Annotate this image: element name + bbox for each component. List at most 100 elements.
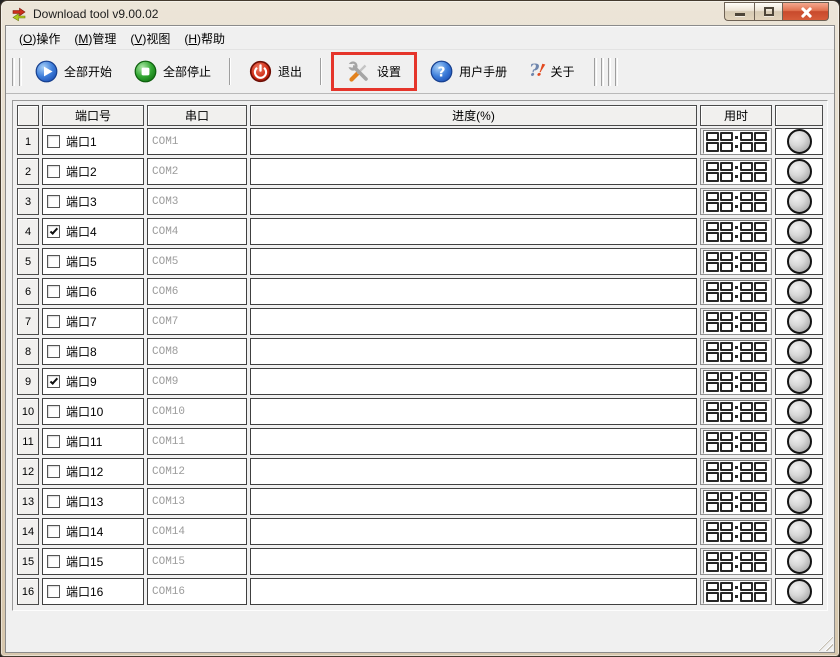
serial-port-input[interactable]: COM14 — [147, 518, 247, 545]
port-cell[interactable]: 端口2 — [42, 158, 144, 185]
toolbar-grip[interactable] — [12, 58, 15, 86]
about-button[interactable]: ?! 关于 — [521, 58, 582, 85]
serial-port-input[interactable]: COM10 — [147, 398, 247, 425]
minimize-button[interactable] — [724, 2, 754, 21]
serial-port-input[interactable]: COM4 — [147, 218, 247, 245]
port-checkbox[interactable] — [47, 165, 60, 178]
row-index: 4 — [17, 218, 39, 245]
toolbar-grip[interactable] — [601, 58, 604, 86]
status-cell — [775, 248, 823, 275]
user-manual-button[interactable]: ? 用户手册 — [422, 55, 515, 88]
question-circle-icon: ? — [430, 60, 453, 83]
port-cell[interactable]: 端口8 — [42, 338, 144, 365]
port-checkbox[interactable] — [47, 405, 60, 418]
minimize-icon — [735, 13, 745, 16]
port-checkbox[interactable] — [47, 435, 60, 448]
toolbar-grip[interactable] — [615, 58, 618, 86]
port-cell[interactable]: 端口10 — [42, 398, 144, 425]
progress-bar — [250, 188, 697, 215]
time-display — [703, 520, 770, 544]
port-cell[interactable]: 端口6 — [42, 278, 144, 305]
table-header-row: 端口号 串口 进度(%) 用时 — [17, 105, 823, 126]
port-cell[interactable]: 端口12 — [42, 458, 144, 485]
port-checkbox[interactable] — [47, 585, 60, 598]
start-all-button[interactable]: 全部开始 — [27, 55, 120, 88]
port-cell[interactable]: 端口15 — [42, 548, 144, 575]
port-cell[interactable]: 端口16 — [42, 578, 144, 605]
port-cell[interactable]: 端口5 — [42, 248, 144, 275]
port-cell[interactable]: 端口13 — [42, 488, 144, 515]
table-row: 6 端口6 COM6 — [17, 278, 823, 305]
row-index: 12 — [17, 458, 39, 485]
serial-port-input[interactable]: COM7 — [147, 308, 247, 335]
exit-button[interactable]: 退出 — [241, 55, 310, 88]
port-checkbox[interactable] — [47, 255, 60, 268]
serial-port-input[interactable]: COM6 — [147, 278, 247, 305]
port-cell[interactable]: 端口1 — [42, 128, 144, 155]
serial-port-input[interactable]: COM12 — [147, 458, 247, 485]
status-cell — [775, 278, 823, 305]
menu-item-view[interactable]: (V)视图 — [124, 27, 176, 50]
toolbar-grip[interactable] — [608, 58, 611, 86]
header-progress: 进度(%) — [250, 105, 697, 126]
settings-button[interactable]: 设置 — [343, 57, 405, 87]
close-button[interactable] — [783, 2, 829, 21]
port-cell[interactable]: 端口14 — [42, 518, 144, 545]
power-icon — [249, 60, 272, 83]
exit-label: 退出 — [278, 63, 302, 80]
port-checkbox[interactable] — [47, 345, 60, 358]
serial-port-input[interactable]: COM13 — [147, 488, 247, 515]
port-checkbox[interactable] — [47, 375, 60, 388]
port-checkbox[interactable] — [47, 495, 60, 508]
port-checkbox[interactable] — [47, 195, 60, 208]
serial-port-input[interactable]: COM9 — [147, 368, 247, 395]
serial-port-input[interactable]: COM15 — [147, 548, 247, 575]
title-bar[interactable]: Download tool v9.00.02 — [5, 1, 835, 25]
stop-all-button[interactable]: 全部停止 — [126, 55, 219, 88]
serial-port-input[interactable]: COM5 — [147, 248, 247, 275]
resize-grip-icon[interactable] — [818, 636, 833, 651]
port-checkbox[interactable] — [47, 525, 60, 538]
status-indicator-icon — [787, 459, 812, 484]
port-cell[interactable]: 端口4 — [42, 218, 144, 245]
table-row: 14 端口14 COM14 — [17, 518, 823, 545]
port-cell[interactable]: 端口11 — [42, 428, 144, 455]
maximize-button[interactable] — [754, 2, 783, 21]
menu-item-manage[interactable]: (M)管理 — [68, 27, 122, 50]
serial-port-input[interactable]: COM16 — [147, 578, 247, 605]
serial-port-input[interactable]: COM11 — [147, 428, 247, 455]
serial-port-input[interactable]: COM1 — [147, 128, 247, 155]
serial-port-input[interactable]: COM3 — [147, 188, 247, 215]
status-indicator-icon — [787, 159, 812, 184]
about-label: 关于 — [551, 63, 575, 80]
status-indicator-icon — [787, 519, 812, 544]
time-display — [703, 370, 770, 394]
time-cell — [700, 188, 772, 215]
port-cell[interactable]: 端口7 — [42, 308, 144, 335]
port-cell[interactable]: 端口3 — [42, 188, 144, 215]
serial-port-input[interactable]: COM2 — [147, 158, 247, 185]
table-row: 9 端口9 COM9 — [17, 368, 823, 395]
status-cell — [775, 128, 823, 155]
toolbar-grip[interactable] — [19, 58, 22, 86]
time-cell — [700, 308, 772, 335]
port-cell[interactable]: 端口9 — [42, 368, 144, 395]
header-serial: 串口 — [147, 105, 247, 126]
port-checkbox[interactable] — [47, 285, 60, 298]
port-checkbox[interactable] — [47, 225, 60, 238]
port-checkbox[interactable] — [47, 135, 60, 148]
window-controls — [724, 2, 829, 21]
port-checkbox[interactable] — [47, 465, 60, 478]
table-row: 7 端口7 COM7 — [17, 308, 823, 335]
status-indicator-icon — [787, 579, 812, 604]
menu-item-operation[interactable]: (O)操作 — [13, 27, 66, 50]
port-checkbox[interactable] — [47, 315, 60, 328]
port-checkbox[interactable] — [47, 555, 60, 568]
menu-item-help[interactable]: (H)帮助 — [178, 27, 231, 50]
checkmark-icon — [49, 226, 57, 235]
progress-bar — [250, 338, 697, 365]
toolbar-separator — [229, 58, 231, 85]
serial-port-input[interactable]: COM8 — [147, 338, 247, 365]
time-display — [703, 280, 770, 304]
toolbar-grip[interactable] — [594, 58, 597, 86]
